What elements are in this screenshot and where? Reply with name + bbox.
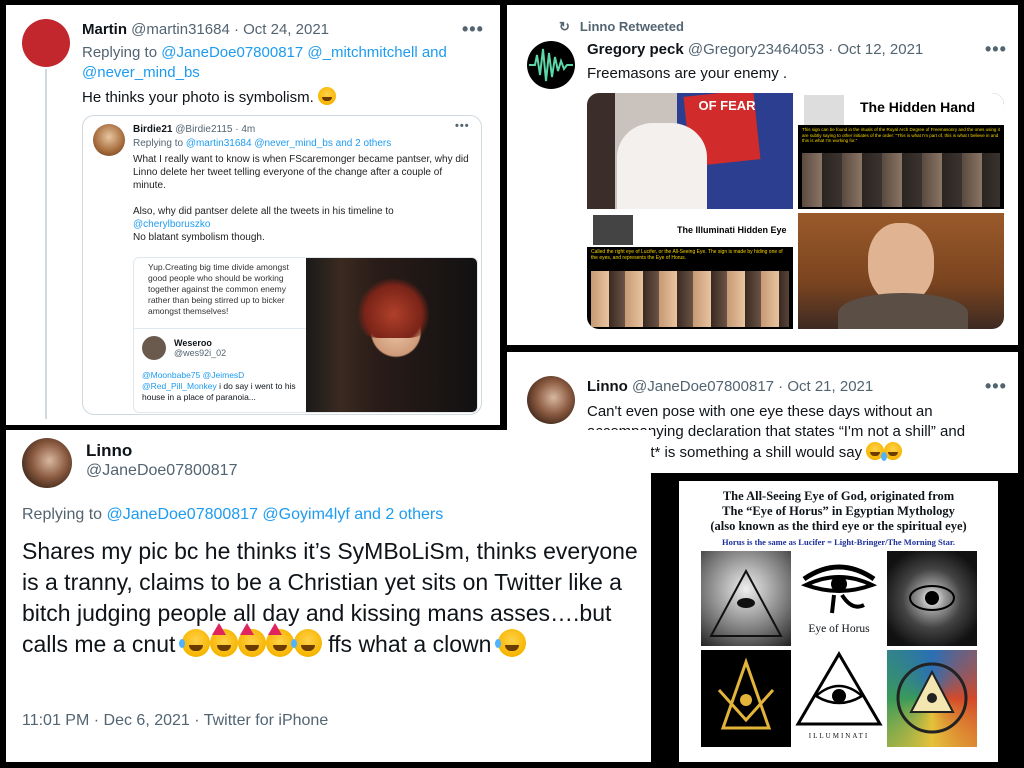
joy-emoji-icon (881, 442, 903, 461)
retweet-icon: ↻ (559, 19, 570, 34)
eye-of-horus-icon (800, 564, 878, 614)
handle-date[interactable]: @Gregory23464053 · Oct 12, 2021 (688, 41, 923, 58)
poster-grid: Eye of Horus ILLUMINATI (701, 551, 977, 747)
avatar[interactable] (22, 438, 72, 488)
eye-of-horus-image: Eye of Horus (794, 551, 884, 646)
tweet-text: Shares my pic bc he thinks it’s SyMBoLiS… (22, 538, 638, 657)
tweet-text: He thinks your photo is symbolism. (82, 87, 336, 106)
masonic-symbol-image (701, 650, 791, 747)
avatar[interactable] (22, 19, 70, 67)
eye-of-horus-label: Eye of Horus (808, 623, 870, 635)
media-photo-fear[interactable]: OF FEAR (587, 93, 793, 209)
avatar (93, 124, 125, 156)
illuminati-label: ILLUMINATI (808, 732, 870, 740)
joy-emoji-icon (290, 629, 322, 657)
all-seeing-eye-poster: The All-Seeing Eye of God, originated fr… (679, 481, 998, 762)
media-grid[interactable]: OF FEAR The Hidden Hand This sign can be… (587, 93, 1004, 329)
media-photo-hidden-eye[interactable]: The Illuminati Hidden Eye Called the rig… (587, 213, 793, 329)
more-options-icon: ••• (455, 120, 470, 132)
party-face-emoji-icon (237, 623, 266, 657)
display-name[interactable]: Gregory peck (587, 41, 684, 58)
party-face-emoji-icon (209, 623, 238, 657)
reply-mention[interactable]: @never_mind_bs (82, 64, 200, 81)
display-name[interactable]: Martin (82, 21, 127, 38)
tweet-martin: Martin @martin31684 · Oct 24, 2021 ••• R… (6, 5, 500, 425)
square-compass-icon (717, 657, 775, 730)
more-options-icon[interactable]: ••• (985, 376, 1007, 397)
media-photo-man[interactable] (798, 213, 1004, 329)
embedded-card: Yup.Creating big time divide amongst goo… (133, 257, 478, 413)
reply-mentions[interactable]: @JaneDoe07800817 @Goyim4lyf and 2 others (107, 506, 444, 523)
poster-title-3: (also known as the third eye or the spir… (710, 519, 967, 533)
handle-date[interactable]: @JaneDoe07800817 · Oct 21, 2021 (632, 378, 873, 395)
reply-context: Replying to @JaneDoe07800817 @Goyim4lyf … (22, 506, 444, 523)
more-options-icon[interactable]: ••• (462, 19, 484, 40)
reply-context: Replying to @JaneDoe07800817 @_mitchmitc… (82, 44, 447, 81)
avatar (142, 336, 166, 360)
tweet-meta[interactable]: 11:01 PM · Dec 6, 2021 · Twitter for iPh… (22, 712, 328, 730)
reply-mentions[interactable]: @JaneDoe07800817 @_mitchmitchell and (161, 44, 447, 61)
tweet-header: Linno @JaneDoe07800817 · Oct 21, 2021 (587, 378, 873, 395)
display-name[interactable]: Linno (587, 378, 628, 395)
avatar[interactable] (527, 376, 575, 424)
media-photo-hidden-hand[interactable]: The Hidden Hand This sign can be found i… (798, 93, 1004, 209)
quoted-screenshot[interactable]: Birdie21 @Birdie2115 · 4m ••• Replying t… (82, 115, 482, 415)
tweet-linno-detail: Linno @JaneDoe07800817 Replying to @Jane… (6, 430, 651, 762)
illuminati-pyramid-image: ILLUMINATI (794, 650, 884, 747)
tweet-header: Gregory peck @Gregory23464053 · Oct 12, … (587, 41, 923, 58)
joy-emoji-icon (494, 629, 526, 657)
tweet-gregory: ↻ Linno Retweeted Gregory peck @Gregory23… (507, 5, 1018, 345)
triangle-eye-icon (795, 651, 883, 726)
woman-photo (306, 258, 477, 412)
tweet-text: Freemasons are your enemy . (587, 65, 788, 82)
stained-eye-image (887, 551, 977, 646)
poster-subtitle: Horus is the same as Lucifer = Light-Bri… (722, 537, 955, 547)
poster-title-2: The “Eye of Horus” in Egyptian Mythology (722, 504, 955, 518)
party-face-emoji-icon (265, 623, 294, 657)
pyramid-eye-image (701, 551, 791, 646)
more-options-icon[interactable]: ••• (985, 39, 1007, 60)
handle-date[interactable]: @martin31684 · Oct 24, 2021 (131, 21, 329, 38)
handle[interactable]: @JaneDoe07800817 (86, 462, 237, 480)
thread-line (45, 69, 47, 419)
tweet-header: Martin @martin31684 · Oct 24, 2021 (82, 21, 329, 38)
waveform-icon (529, 48, 573, 82)
poster-title-1: The All-Seeing Eye of God, originated fr… (722, 489, 955, 503)
joy-emoji-icon (178, 629, 210, 657)
display-name[interactable]: Linno (86, 441, 132, 461)
grinning-emoji-icon (317, 87, 336, 105)
stained-glass-image (887, 650, 977, 747)
retweet-context: ↻ Linno Retweeted (559, 19, 684, 34)
avatar[interactable] (527, 41, 575, 89)
